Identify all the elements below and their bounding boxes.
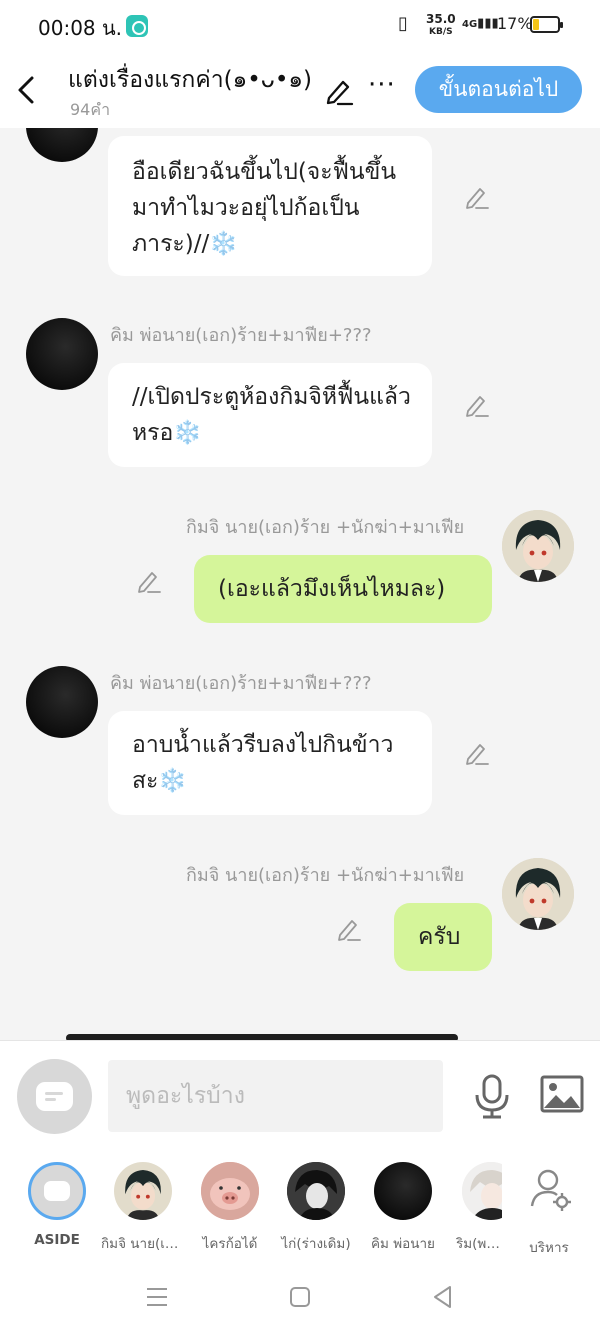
kimchi-portrait-icon	[502, 858, 574, 930]
character-avatar	[114, 1162, 172, 1220]
edit-title-pencil-icon[interactable]	[324, 76, 354, 106]
app-header: แต่งเรื่องแรกค่า(๑•ᴗ•๑) 94คำ ··· ขั้นตอน…	[0, 52, 600, 128]
message-input[interactable]	[108, 1060, 443, 1132]
character-label: กิมจิ นาย(เอก)ร้าย	[101, 1236, 185, 1252]
avatar-kim[interactable]	[26, 318, 98, 390]
sender-name: กิมจิ นาย(เอก)ร้าย +นักฆ่า+มาเฟีย	[186, 865, 465, 886]
character-label: ริม(พระเอก)	[456, 1236, 502, 1252]
home-icon[interactable]	[285, 1282, 315, 1312]
message-text: อาบน้ำแล้วรีบลงไปกินข้าวสะ❄️	[132, 732, 394, 794]
character-avatar	[201, 1162, 259, 1220]
status-time: 00:08 น.	[38, 16, 123, 40]
sender-name: คิม พ่อนาย(เอก)ร้าย+มาฟีย+???	[110, 325, 372, 346]
word-count: 94คำ	[70, 100, 111, 119]
message-text: ครับ	[418, 924, 461, 950]
microphone-icon[interactable]	[472, 1073, 512, 1119]
next-step-button[interactable]: ขั้นตอนต่อไป	[415, 66, 582, 113]
image-icon[interactable]	[540, 1075, 584, 1113]
character-tab-aside[interactable]: ASIDE	[15, 1162, 99, 1248]
manage-characters-tab[interactable]: บริหาร	[507, 1162, 591, 1258]
character-avatar	[374, 1162, 432, 1220]
edit-message-pencil-icon[interactable]	[464, 184, 490, 210]
avatar-kimchi[interactable]	[502, 858, 574, 930]
edit-message-pencil-icon[interactable]	[464, 740, 490, 766]
more-options-icon[interactable]: ···	[368, 70, 396, 100]
message-bubble[interactable]: อาบน้ำแล้วรีบลงไปกินข้าวสะ❄️	[108, 711, 432, 815]
battery-icon	[530, 16, 563, 33]
character-tab-rim[interactable]: ริม(พระเอก)	[442, 1162, 502, 1254]
kai-portrait-icon	[287, 1162, 345, 1220]
character-label: ASIDE	[34, 1232, 80, 1248]
system-nav-bar	[0, 1260, 600, 1332]
avatar-kim[interactable]	[26, 666, 98, 738]
message-text: //เปิดประตูห้องกิมจิหีฟื้นแล้วหรอ❄️	[132, 384, 411, 446]
edit-message-pencil-icon[interactable]	[336, 916, 362, 942]
avatar-kim[interactable]	[26, 128, 98, 162]
story-title[interactable]: แต่งเรื่องแรกค่า(๑•ᴗ•๑)	[68, 62, 318, 98]
vibrate-icon: ▯	[398, 13, 408, 34]
kimchi-portrait-icon	[114, 1162, 172, 1220]
pig-portrait-icon	[201, 1162, 259, 1220]
message-bubble[interactable]: ครับ	[394, 903, 492, 971]
input-bar	[0, 1040, 600, 1150]
character-avatar	[287, 1162, 345, 1220]
menu-icon[interactable]	[142, 1282, 172, 1312]
edit-message-pencil-icon[interactable]	[136, 568, 162, 594]
settings-user-icon	[530, 1169, 571, 1211]
aside-avatar	[28, 1162, 86, 1220]
character-bar: ASIDE กิมจิ นาย(เอก)ร้าย	[0, 1150, 600, 1260]
character-label: ไครก้อได้	[202, 1236, 258, 1252]
message-bubble[interactable]: อือเดียวฉันขึ้นไป(จะฟื้นขึ้นมาทำไมวะอยุ่…	[108, 136, 432, 276]
back-triangle-icon[interactable]	[428, 1282, 458, 1312]
character-tab-kai[interactable]: ไก่(ร่างเดิม)	[274, 1162, 358, 1254]
chat-area[interactable]: อือเดียวฉันขึ้นไป(จะฟื้นขึ้นมาทำไมวะอยุ่…	[0, 128, 600, 1040]
status-bar: 00:08 น. ▯ 35.0 KB/S 4G▮▮▮ 17%	[0, 0, 600, 52]
message-text: อือเดียวฉันขึ้นไป(จะฟื้นขึ้นมาทำไมวะอยุ่…	[132, 159, 397, 257]
kimchi-portrait-icon	[502, 510, 574, 582]
character-tab-kim[interactable]: คิม พ่อนาย	[361, 1162, 445, 1254]
message-text: (เอะแล้วมึงเห็นไหมละ)	[218, 576, 446, 602]
character-label: บริหาร	[529, 1240, 569, 1256]
sender-name: คิม พ่อนาย(เอก)ร้าย+มาฟีย+???	[110, 673, 372, 694]
network-speed: 35.0 KB/S	[426, 12, 456, 37]
app-notification-icon	[126, 15, 148, 37]
back-arrow-icon[interactable]	[14, 72, 42, 108]
sender-name: กิมจิ นาย(เอก)ร้าย +นักฆ่า+มาเฟีย	[186, 517, 465, 538]
character-label: ไก่(ร่างเดิม)	[281, 1236, 351, 1252]
aside-toggle-button[interactable]	[17, 1059, 92, 1134]
signal-icon: 4G▮▮▮	[462, 16, 499, 31]
character-tab-pig[interactable]: ไครก้อได้	[188, 1162, 272, 1254]
battery-percent: 17%	[497, 14, 533, 33]
character-label: คิม พ่อนาย	[371, 1236, 435, 1252]
message-bubble[interactable]: //เปิดประตูห้องกิมจิหีฟื้นแล้วหรอ❄️	[108, 363, 432, 467]
message-bubble[interactable]: (เอะแล้วมึงเห็นไหมละ)	[194, 555, 492, 623]
edit-message-pencil-icon[interactable]	[464, 392, 490, 418]
speech-bubble-icon	[36, 1082, 73, 1111]
avatar-kimchi[interactable]	[502, 510, 574, 582]
character-tab-kimchi[interactable]: กิมจิ นาย(เอก)ร้าย	[101, 1162, 185, 1254]
rim-portrait-icon	[462, 1162, 502, 1220]
character-avatar	[462, 1162, 502, 1220]
